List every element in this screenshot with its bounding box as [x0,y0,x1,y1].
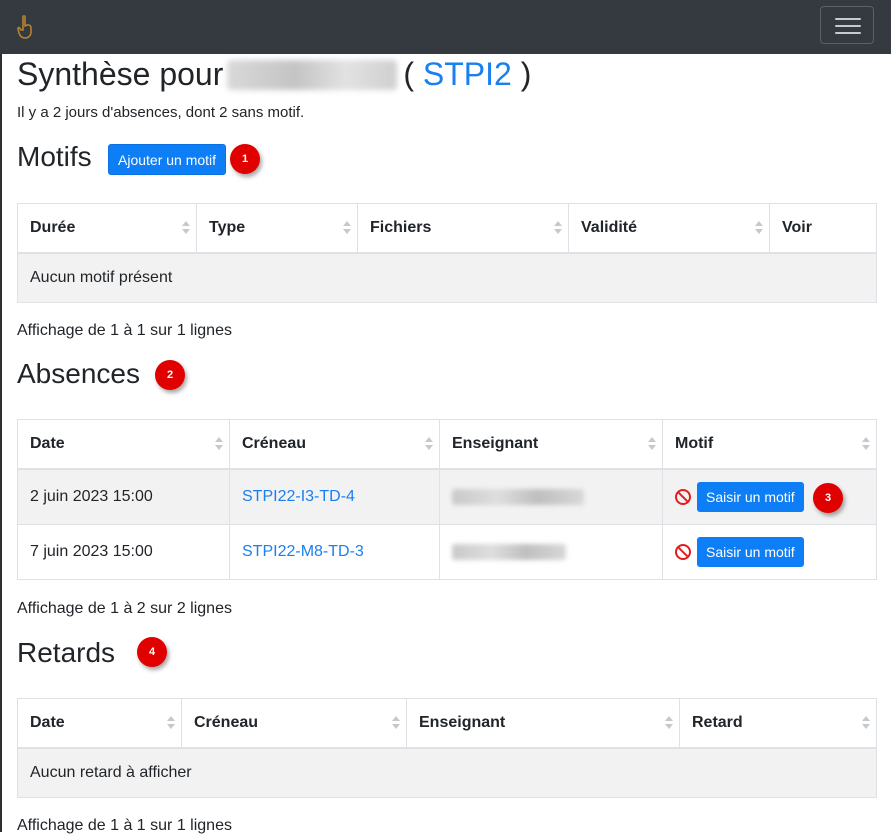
table-row-empty: Aucun motif présent [17,252,877,303]
absences-header-row: Date Créneau Enseignant Motif [17,419,877,470]
motifs-table: Durée Type Fichiers Validité Voir Aucun … [17,203,877,303]
sort-icon [392,716,400,730]
motifs-heading: Motifs [17,141,92,172]
sort-icon [554,221,562,235]
absences-table: Date Créneau Enseignant Motif 2 juin 202… [17,419,877,580]
enter-motif-button[interactable]: Saisir un motif [697,537,804,567]
no-motif-icon [675,544,691,560]
sort-icon [343,221,351,235]
column-header-voir: Voir [769,203,877,254]
sort-icon [755,221,763,235]
retards-heading: Retards [17,637,116,668]
sort-icon [648,437,656,451]
step-badge-1: 1 [230,144,260,174]
sort-icon [665,716,673,730]
column-header-date[interactable]: Date [17,419,230,470]
column-header-fichiers[interactable]: Fichiers [357,203,569,254]
column-header-creneau[interactable]: Créneau [181,698,407,749]
motifs-header-row: Durée Type Fichiers Validité Voir [17,203,877,254]
column-header-enseignant[interactable]: Enseignant [439,419,663,470]
table-row: 7 juin 2023 15:00 STPI22-M8-TD-3 Saisir … [17,524,877,580]
column-header-retard[interactable]: Retard [679,698,877,749]
retards-header-row: Date Créneau Enseignant Retard [17,698,877,749]
sort-icon [215,437,223,451]
teacher-name-redacted [452,543,566,560]
hand-pointer-icon[interactable] [14,14,38,40]
retards-table: Date Créneau Enseignant Retard Aucun ret… [17,698,877,798]
step-badge-4: 4 [137,637,167,667]
sort-icon [425,437,433,451]
absences-pagination-info: Affichage de 1 à 2 sur 2 lignes [17,600,232,617]
enter-motif-button[interactable]: Saisir un motif [697,482,804,512]
creneau-link[interactable]: STPI22-M8-TD-3 [242,543,364,560]
sort-icon [167,716,175,730]
add-motif-button[interactable]: Ajouter un motif [108,144,227,175]
column-header-duree[interactable]: Durée [17,203,197,254]
sort-icon [862,716,870,730]
step-badge-2: 2 [155,360,185,390]
table-row-empty: Aucun retard à afficher [17,747,877,798]
page-border [0,54,2,832]
empty-message: Aucun retard à afficher [17,747,877,798]
absence-date: 2 juin 2023 15:00 [17,468,230,525]
class-link[interactable]: STPI2 [423,56,512,92]
page-title: Synthèse pour( STPI2 ) [17,56,532,92]
absences-heading: Absences [17,358,140,389]
navbar [0,0,891,54]
no-motif-icon [675,489,691,505]
step-badge-3: 3 [813,483,843,513]
absence-summary: Il y a 2 jours d'absences, dont 2 sans m… [17,104,305,121]
empty-message: Aucun motif présent [17,252,877,303]
absence-date: 7 juin 2023 15:00 [17,524,230,580]
column-header-creneau[interactable]: Créneau [229,419,440,470]
column-header-date[interactable]: Date [17,698,182,749]
sort-icon [862,437,870,451]
column-header-type[interactable]: Type [196,203,358,254]
creneau-link[interactable]: STPI22-I3-TD-4 [242,488,355,505]
column-header-validite[interactable]: Validité [568,203,770,254]
hamburger-menu-icon[interactable] [820,6,874,44]
retards-pagination-info: Affichage de 1 à 1 sur 1 lignes [17,817,232,834]
teacher-name-redacted [452,488,584,505]
table-row: 2 juin 2023 15:00 STPI22-I3-TD-4 Saisir … [17,468,877,525]
column-header-motif[interactable]: Motif [662,419,877,470]
title-prefix: Synthèse pour [17,56,224,92]
sort-icon [182,221,190,235]
motifs-pagination-info: Affichage de 1 à 1 sur 1 lignes [17,322,232,339]
column-header-enseignant[interactable]: Enseignant [406,698,680,749]
student-name-redacted [227,60,398,90]
